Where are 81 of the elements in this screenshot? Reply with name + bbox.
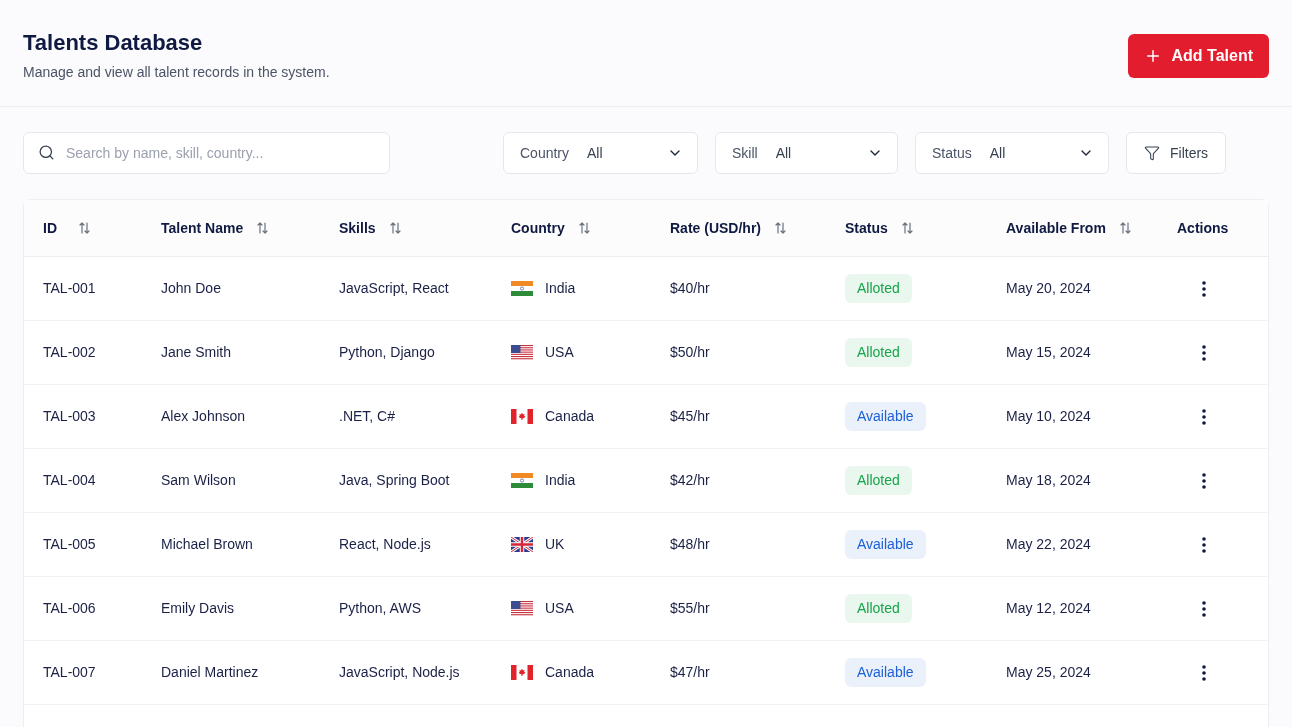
- table-cell-text: $45/hr: [669, 407, 711, 426]
- table-cell-text: Daniel Martinez: [160, 663, 260, 682]
- column-header: Country: [511, 218, 565, 238]
- table-cell-text: May 15, 2024: [1005, 343, 1092, 362]
- table-cell-text: React, Node.js: [338, 535, 432, 554]
- sort-icon[interactable]: [79, 222, 90, 234]
- sort-icon[interactable]: [389, 222, 401, 234]
- filter-dropdown[interactable]: Status All: [915, 132, 1109, 174]
- column-header: Status: [845, 218, 888, 238]
- kebab-menu-icon: [1202, 536, 1206, 553]
- table-cell-text: Python, Django: [338, 343, 436, 362]
- table-cell-text: India: [545, 471, 576, 490]
- kebab-menu-icon: [1202, 472, 1206, 489]
- table-cell-text: JavaScript, React: [338, 279, 450, 298]
- table-cell-text: $55/hr: [669, 599, 711, 618]
- table-cell-text: USA: [545, 343, 574, 362]
- table-cell-text: India: [545, 279, 576, 298]
- column-header: Actions: [1177, 218, 1229, 238]
- status-badge: Alloted: [845, 274, 912, 303]
- status-badge: Alloted: [845, 594, 912, 623]
- status-badge: Available: [845, 658, 926, 687]
- table-cell-text: TAL-002: [42, 343, 97, 362]
- table-cell-text: Sam Wilson: [160, 471, 237, 490]
- kebab-menu-icon: [1202, 344, 1206, 361]
- column-header: Rate (USD/hr): [670, 218, 761, 238]
- table-cell-text: $47/hr: [669, 663, 711, 682]
- table-cell-text: Jane Smith: [160, 343, 233, 362]
- table-cell-text: Canada: [545, 663, 595, 682]
- status-badge: Alloted: [845, 338, 912, 367]
- page-subtitle: Manage and view all talent records in the system.: [23, 63, 330, 81]
- sort-icon[interactable]: [901, 222, 913, 234]
- filter-icon: [1144, 145, 1160, 161]
- table-cell-text: UK: [545, 535, 565, 554]
- table-cell-text: May 10, 2024: [1005, 407, 1092, 426]
- table-cell-text: TAL-003: [42, 407, 97, 426]
- table-cell-text: May 22, 2024: [1005, 535, 1092, 554]
- filters-button[interactable]: Filters: [1126, 132, 1227, 174]
- table-cell-text: Python, AWS: [338, 599, 422, 618]
- column-header: Skills: [339, 218, 376, 238]
- status-badge: Available: [845, 530, 926, 559]
- sort-icon[interactable]: [1119, 222, 1131, 234]
- kebab-menu-icon: [1202, 408, 1206, 425]
- kebab-menu-icon: [1202, 664, 1206, 681]
- kebab-menu-icon: [1202, 280, 1206, 297]
- sort-icon[interactable]: [578, 222, 590, 234]
- search-icon: [38, 144, 55, 161]
- search-field[interactable]: Search by name, skill, country...: [23, 132, 390, 174]
- table-cell-text: Michael Brown: [160, 535, 254, 554]
- table-cell-text: $48/hr: [669, 535, 711, 554]
- add-talent-button[interactable]: Add Talent: [1127, 34, 1269, 78]
- table-cell-text: May 25, 2024: [1005, 663, 1092, 682]
- table-cell-text: TAL-005: [42, 535, 97, 554]
- table-cell-text: $50/hr: [669, 343, 711, 362]
- sort-icon[interactable]: [257, 222, 269, 234]
- column-header: Available From: [1006, 218, 1106, 238]
- table-cell-text: USA: [545, 599, 574, 618]
- table-cell-text: May 18, 2024: [1005, 471, 1092, 490]
- table-cell-text: $40/hr: [669, 279, 711, 298]
- table-cell-text: TAL-001: [42, 279, 97, 298]
- table-cell-text: .NET, C#: [338, 407, 396, 426]
- table-cell-text: Emily Davis: [160, 599, 236, 618]
- column-header: Talent Name: [161, 218, 244, 238]
- table-cell-text: Java, Spring Boot: [338, 471, 451, 490]
- filter-dropdown[interactable]: Skill All: [715, 132, 898, 174]
- filter-dropdown[interactable]: Country All: [503, 132, 698, 174]
- table-cell-text: John Doe: [160, 279, 222, 298]
- status-badge: Available: [845, 402, 926, 431]
- table-cell-text: TAL-006: [42, 599, 97, 618]
- kebab-menu-icon: [1202, 600, 1206, 617]
- table-cell-text: TAL-004: [42, 471, 97, 490]
- page-title: Talents Database: [23, 29, 204, 57]
- table-cell-text: JavaScript, Node.js: [338, 663, 461, 682]
- table-cell-text: TAL-007: [42, 663, 97, 682]
- table-cell-text: May 12, 2024: [1005, 599, 1092, 618]
- table-cell-text: May 20, 2024: [1005, 279, 1092, 298]
- sort-icon[interactable]: [775, 222, 786, 234]
- column-header: ID: [43, 218, 57, 238]
- table-cell-text: $42/hr: [669, 471, 711, 490]
- table-cell-text: Alex Johnson: [160, 407, 247, 426]
- table-cell-text: Canada: [545, 407, 595, 426]
- status-badge: Alloted: [845, 466, 912, 495]
